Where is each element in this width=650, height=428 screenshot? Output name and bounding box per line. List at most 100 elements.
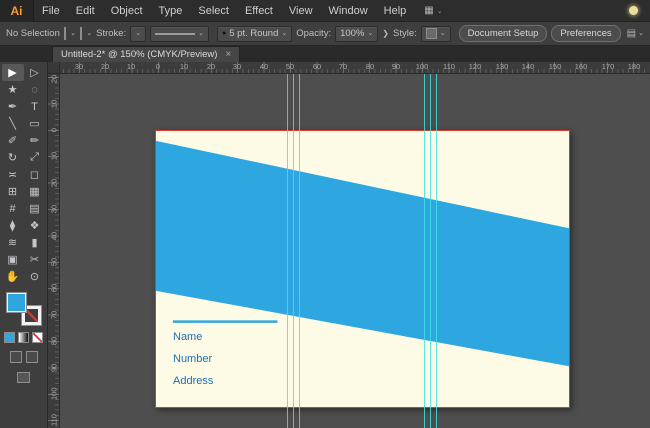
workspace-switcher[interactable]: ▦ ⌄	[424, 5, 442, 16]
guide-line[interactable]	[293, 74, 294, 428]
vertical-ruler[interactable]: 20 10 0 10 20 30 40 50 60 70 80 90 100 1…	[48, 74, 60, 428]
width-profile-select[interactable]: ⌄	[150, 25, 209, 42]
ruler-label: 110	[443, 62, 455, 71]
ruler-origin-corner[interactable]	[48, 62, 60, 74]
ruler-label: 50	[49, 257, 59, 267]
graphic-style-select[interactable]: ⌄	[420, 25, 451, 42]
gradient-button[interactable]	[18, 332, 29, 343]
blue-band-shape[interactable]	[156, 140, 569, 367]
menu-type[interactable]: Type	[151, 0, 191, 21]
ruler-label: 100	[49, 387, 59, 400]
panel-options-icon[interactable]: ▤ ⌄	[627, 28, 644, 39]
eyedropper-tool-icon[interactable]: ⧫	[2, 217, 24, 234]
ruler-label: 110	[49, 414, 59, 426]
stroke-label: Stroke:	[96, 28, 127, 39]
chevron-down-icon[interactable]: ⌄	[86, 30, 92, 37]
workspace-grid-icon: ▦	[424, 5, 434, 16]
ruler-label: 70	[49, 310, 59, 320]
direct-selection-tool-icon[interactable]: ▷	[24, 64, 46, 81]
fill-color-swatch[interactable]	[63, 27, 67, 40]
none-button[interactable]	[32, 332, 43, 343]
menu-edit[interactable]: Edit	[68, 0, 103, 21]
guide-line[interactable]	[436, 74, 437, 428]
document-tab[interactable]: Untitled-2* @ 150% (CMYK/Preview) ×	[52, 46, 241, 62]
ruler-label: 10	[179, 62, 189, 71]
menu-select[interactable]: Select	[190, 0, 237, 21]
canvas[interactable]: Name Number Address	[60, 74, 650, 428]
free-transform-tool-icon[interactable]: ◻	[24, 166, 46, 183]
lasso-tool-icon[interactable]: ◌	[24, 81, 46, 98]
draw-normal-button[interactable]	[9, 351, 22, 363]
gradient-tool-icon[interactable]: ▤	[24, 200, 46, 217]
close-icon[interactable]: ×	[225, 49, 231, 60]
width-tool-icon[interactable]: ≍	[2, 166, 24, 183]
ruler-label: 40	[259, 62, 269, 71]
document-setup-button[interactable]: Document Setup	[458, 25, 548, 42]
hand-tool-icon[interactable]: ✋	[2, 268, 24, 285]
chevron-down-icon: ⌄	[281, 30, 288, 37]
fill-stroke-cluster	[5, 292, 42, 326]
artwork-text[interactable]: Name	[173, 331, 202, 343]
chevron-down-icon: ⌄	[367, 30, 374, 37]
guide-line[interactable]	[287, 74, 288, 428]
slice-tool-icon[interactable]: ✂	[24, 251, 46, 268]
menu-object[interactable]: Object	[103, 0, 151, 21]
preferences-button[interactable]: Preferences	[551, 25, 621, 42]
pen-tool-icon[interactable]: ✒	[2, 98, 24, 115]
lightbulb-icon[interactable]	[629, 6, 638, 15]
fill-swatch[interactable]	[5, 292, 27, 313]
document-tab-title: Untitled-2* @ 150% (CMYK/Preview)	[61, 49, 218, 60]
color-button[interactable]	[4, 332, 15, 343]
menu-help[interactable]: Help	[376, 0, 415, 21]
guide-line[interactable]	[430, 74, 431, 428]
pencil-tool-icon[interactable]: ✏	[24, 132, 46, 149]
opacity-label: Opacity:	[296, 28, 332, 39]
zoom-tool-icon[interactable]: ⊙	[24, 268, 46, 285]
artwork-text[interactable]: Address	[173, 375, 213, 387]
chevron-down-icon: ⌄	[198, 30, 204, 37]
guide-line[interactable]	[424, 74, 425, 428]
align-icon: ▤	[626, 28, 637, 39]
column-graph-tool-icon[interactable]: ▮	[24, 234, 46, 251]
horizontal-ruler[interactable]: 30 20 10 0 10 20 30 40 50 60 70 80 90 10…	[60, 62, 650, 74]
opacity-panel-chevron-icon[interactable]: ❯	[382, 29, 389, 38]
ruler-label: 20	[100, 62, 110, 71]
artboard-tool-icon[interactable]: ▣	[2, 251, 24, 268]
tool-grid: ▶ ▷ ★ ◌ ✒ T ╲ ▭ ✐ ✏ ↻ ⤢ ≍ ◻ ⊞ ▦ # ▤ ⧫ ❖ …	[1, 64, 46, 285]
paintbrush-tool-icon[interactable]: ✐	[2, 132, 24, 149]
ruler-label: 80	[49, 336, 59, 346]
menu-effect[interactable]: Effect	[237, 0, 281, 21]
mesh-tool-icon[interactable]: #	[2, 200, 24, 217]
menu-file[interactable]: File	[34, 0, 68, 21]
stroke-color-swatch[interactable]	[80, 27, 83, 40]
shape-builder-tool-icon[interactable]: ⊞	[2, 183, 24, 200]
perspective-grid-tool-icon[interactable]: ▦	[24, 183, 46, 200]
symbol-sprayer-tool-icon[interactable]: ≋	[2, 234, 24, 251]
blend-tool-icon[interactable]: ❖	[24, 217, 46, 234]
line-segment-tool-icon[interactable]: ╲	[2, 115, 24, 132]
artboard[interactable]: Name Number Address	[155, 130, 570, 408]
brush-dot-icon: ●	[222, 30, 227, 37]
type-tool-icon[interactable]: T	[24, 98, 46, 115]
style-swatch	[425, 28, 437, 39]
scale-tool-icon[interactable]: ⤢	[24, 149, 46, 166]
chevron-down-icon[interactable]: ⌄	[70, 30, 76, 37]
selection-tool-icon[interactable]: ▶	[1, 64, 24, 81]
screen-mode-button[interactable]	[17, 372, 30, 383]
rectangle-tool-icon[interactable]: ▭	[24, 115, 46, 132]
stroke-weight-select[interactable]: ⌄	[130, 25, 147, 42]
brush-definition-select[interactable]: ● 5 pt. Round ⌄	[217, 25, 293, 42]
chevron-down-icon: ⌄	[638, 30, 644, 37]
magic-wand-tool-icon[interactable]: ★	[2, 81, 24, 98]
menu-bar: Ai File Edit Object Type Select Effect V…	[0, 0, 650, 22]
menu-view[interactable]: View	[281, 0, 321, 21]
opacity-select[interactable]: 100% ⌄	[335, 25, 379, 42]
rotate-tool-icon[interactable]: ↻	[2, 149, 24, 166]
guide-line[interactable]	[299, 74, 300, 428]
opacity-value: 100%	[340, 28, 365, 39]
chevron-down-icon: ⌄	[436, 7, 443, 15]
draw-behind-button[interactable]	[25, 351, 38, 363]
ruler-label: 140	[521, 62, 535, 71]
artwork-text[interactable]: Number	[173, 353, 212, 365]
menu-window[interactable]: Window	[321, 0, 376, 21]
